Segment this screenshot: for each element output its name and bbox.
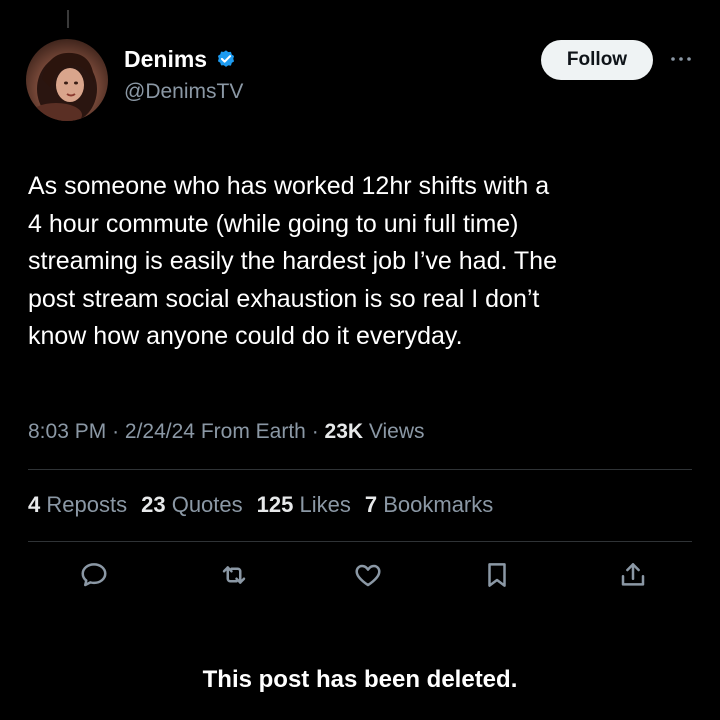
meta-separator: · xyxy=(112,420,125,443)
post-text: As someone who has worked 12hr shifts wi… xyxy=(28,172,557,350)
author-display-name[interactable]: Denims xyxy=(124,46,207,73)
quotes-count: 23 xyxy=(141,492,166,517)
verified-badge-icon xyxy=(218,49,235,67)
post-date[interactable]: 2/24/24 xyxy=(125,420,195,443)
quotes-label: Quotes xyxy=(171,492,243,517)
reposts-label: Reposts xyxy=(46,492,128,517)
post-time[interactable]: 8:03 PM xyxy=(28,420,106,443)
reply-icon[interactable] xyxy=(79,560,109,590)
post-meta: 8:03 PM · 2/24/24 From Earth · 23K Views xyxy=(28,420,425,444)
divider xyxy=(28,541,692,542)
meta-separator: · xyxy=(311,420,325,443)
engagement-stats: 4 Reposts 23 Quotes 125 Likes 7 Bookmark… xyxy=(28,492,493,518)
bookmarks-label: Bookmarks xyxy=(383,492,494,517)
post-location: From Earth xyxy=(200,420,306,443)
follow-button[interactable]: Follow xyxy=(541,40,653,80)
divider xyxy=(28,469,692,470)
reposts-count: 4 xyxy=(28,492,41,517)
avatar[interactable] xyxy=(26,39,108,121)
views-count: 23K xyxy=(324,420,364,443)
bookmarks-stat[interactable]: 7 Bookmarks xyxy=(365,492,493,518)
bookmark-icon[interactable] xyxy=(482,560,512,590)
bookmarks-count: 7 xyxy=(364,492,378,517)
reposts-stat[interactable]: 4 Reposts xyxy=(28,492,127,518)
repost-icon[interactable] xyxy=(219,560,249,590)
author-name-row[interactable]: Denims xyxy=(124,46,237,73)
author-handle[interactable]: @DenimsTV xyxy=(124,80,243,104)
likes-count: 125 xyxy=(256,492,294,517)
thread-connector-line xyxy=(67,10,69,28)
deleted-notice: This post has been deleted. xyxy=(202,666,518,693)
likes-label: Likes xyxy=(299,492,351,517)
share-icon[interactable] xyxy=(618,560,648,590)
like-icon[interactable] xyxy=(353,560,383,590)
avatar-image xyxy=(30,52,97,121)
likes-stat[interactable]: 125 Likes xyxy=(257,492,351,518)
action-bar xyxy=(0,560,720,596)
more-options-icon[interactable] xyxy=(667,52,695,66)
views-label: Views xyxy=(368,420,425,443)
quotes-stat[interactable]: 23 Quotes xyxy=(141,492,243,518)
